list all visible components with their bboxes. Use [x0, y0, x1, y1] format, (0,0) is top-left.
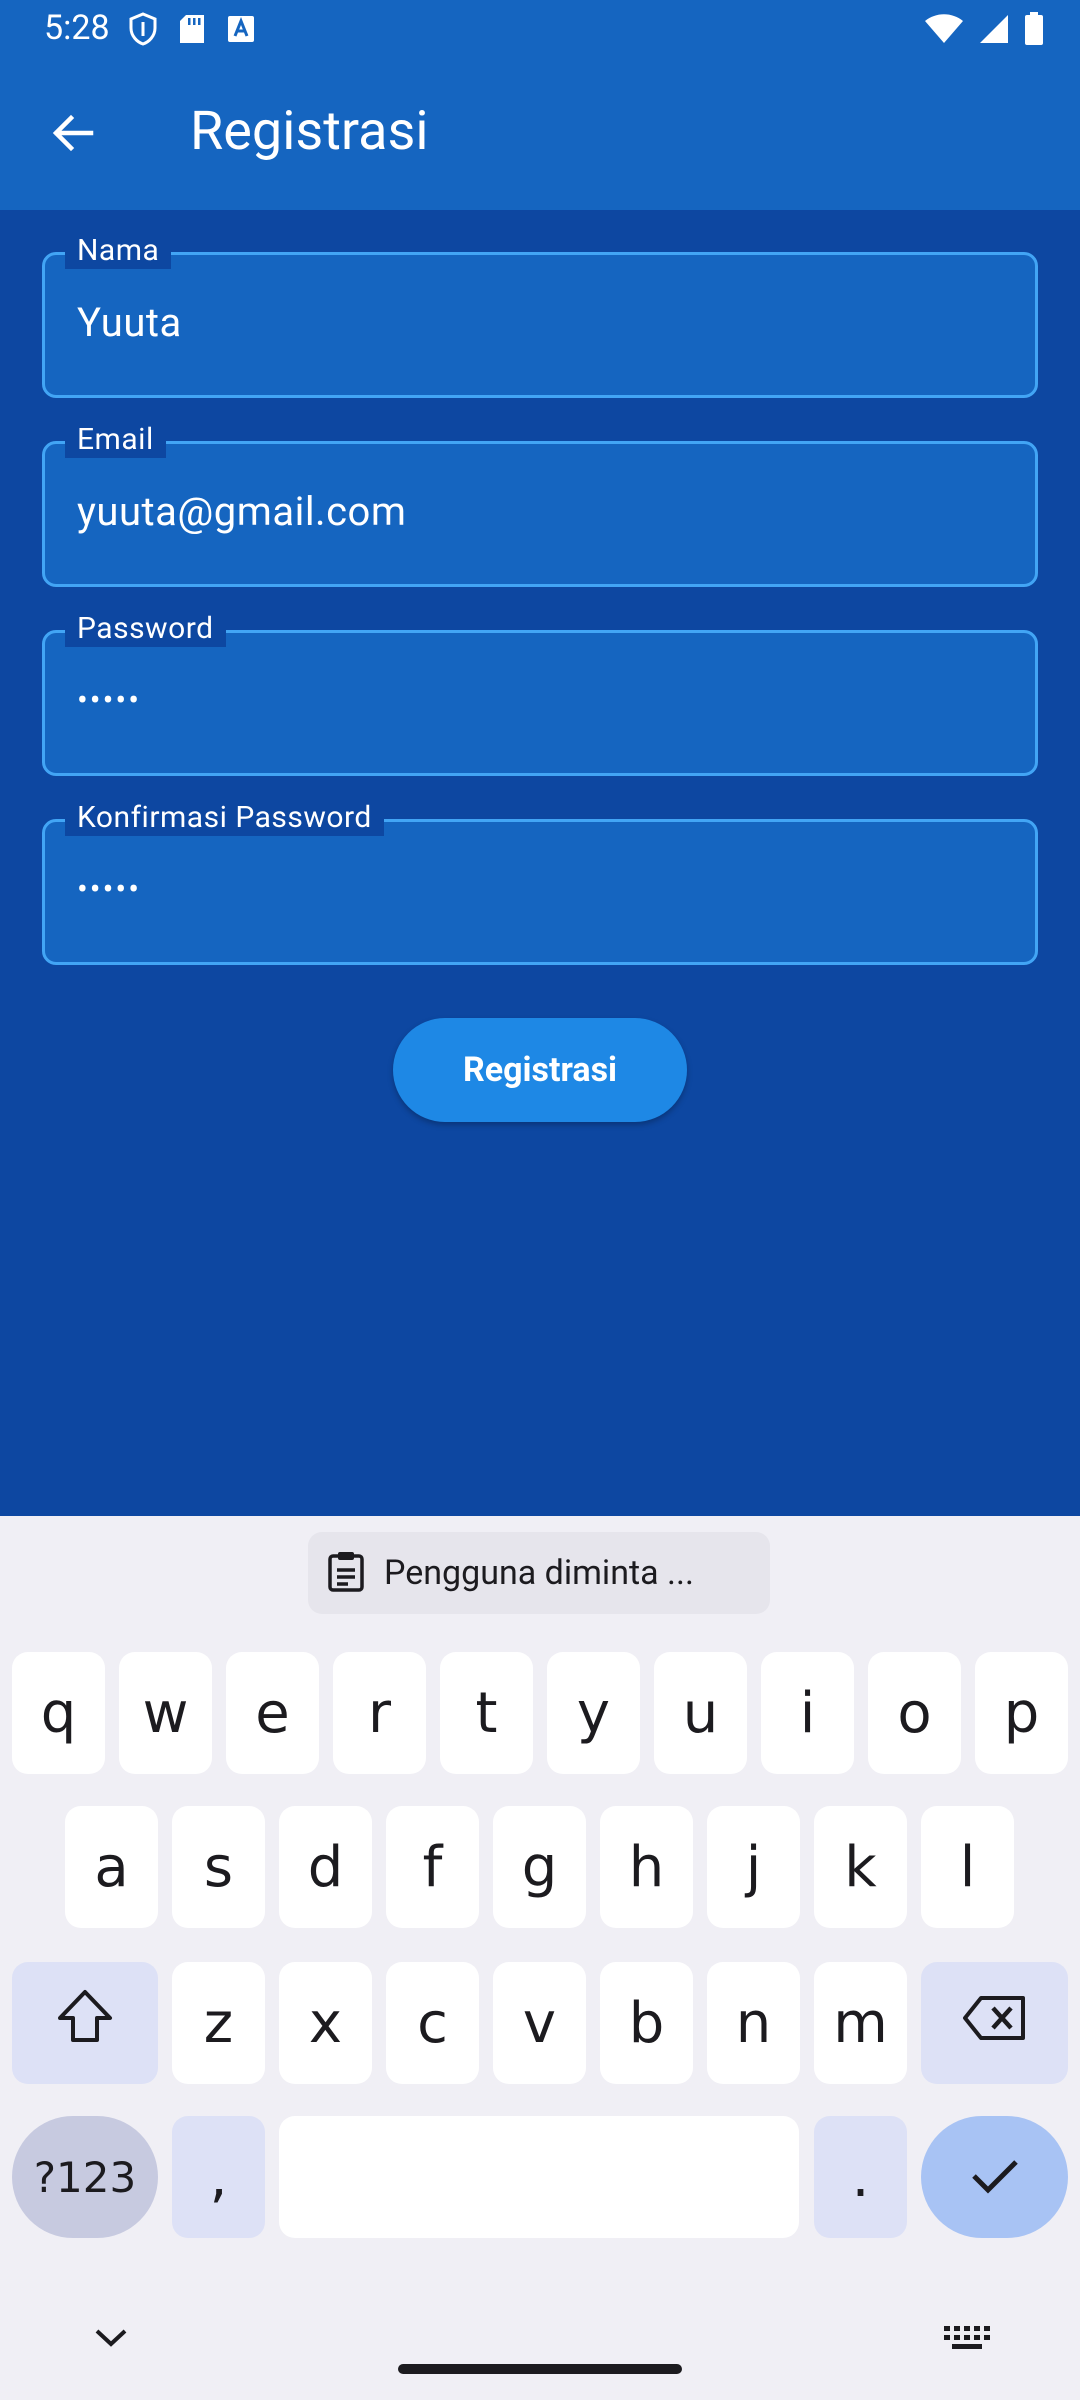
- key-g[interactable]: g: [493, 1806, 586, 1928]
- key-b[interactable]: b: [600, 1962, 693, 2084]
- shield-icon: [128, 12, 158, 50]
- register-button[interactable]: Registrasi: [393, 1018, 687, 1122]
- password-value: •••••: [77, 681, 141, 719]
- keyboard-notification-icon: [226, 14, 256, 48]
- sd-card-icon: [178, 13, 206, 49]
- key-z[interactable]: z: [172, 1962, 265, 2084]
- status-bar: 5:28: [0, 0, 1080, 62]
- email-value: yuuta@gmail.com: [77, 488, 407, 535]
- wifi-icon: [924, 13, 964, 49]
- app-bar: Registrasi: [0, 62, 1080, 210]
- clipboard-icon: [326, 1550, 366, 1596]
- name-label: Nama: [65, 233, 172, 269]
- key-h[interactable]: h: [600, 1806, 693, 1928]
- key-a[interactable]: a: [65, 1806, 158, 1928]
- key-s[interactable]: s: [172, 1806, 265, 1928]
- password-label: Password: [65, 611, 226, 647]
- key-r[interactable]: r: [333, 1652, 426, 1774]
- key-o[interactable]: o: [868, 1652, 961, 1774]
- shift-icon: [55, 1988, 115, 2058]
- arrow-back-icon: [49, 109, 97, 161]
- suggestion-text: Pengguna diminta ...: [384, 1553, 694, 1593]
- signal-icon: [978, 13, 1010, 49]
- space-key[interactable]: [279, 2116, 799, 2238]
- key-i[interactable]: i: [761, 1652, 854, 1774]
- page-title: Registrasi: [190, 100, 429, 163]
- done-key[interactable]: [921, 2116, 1068, 2238]
- password-field[interactable]: Password •••••: [42, 611, 1038, 776]
- backspace-key[interactable]: [921, 1962, 1068, 2084]
- period-key[interactable]: .: [814, 2116, 907, 2238]
- confirm-password-label: Konfirmasi Password: [65, 800, 384, 836]
- comma-key[interactable]: ,: [172, 2116, 265, 2238]
- confirm-password-value: •••••: [77, 870, 141, 908]
- name-value: Yuuta: [77, 299, 182, 346]
- key-c[interactable]: c: [386, 1962, 479, 2084]
- key-m[interactable]: m: [814, 1962, 907, 2084]
- key-y[interactable]: y: [547, 1652, 640, 1774]
- soft-keyboard: Pengguna diminta ... q w e r t y u i o p…: [0, 1516, 1080, 2400]
- back-button[interactable]: [40, 102, 106, 168]
- key-w[interactable]: w: [119, 1652, 212, 1774]
- key-n[interactable]: n: [707, 1962, 800, 2084]
- key-f[interactable]: f: [386, 1806, 479, 1928]
- key-k[interactable]: k: [814, 1806, 907, 1928]
- confirm-password-field[interactable]: Konfirmasi Password •••••: [42, 800, 1038, 965]
- symbols-key[interactable]: ?123: [12, 2116, 158, 2238]
- key-x[interactable]: x: [279, 1962, 372, 2084]
- email-label: Email: [65, 422, 166, 458]
- key-q[interactable]: q: [12, 1652, 105, 1774]
- key-u[interactable]: u: [654, 1652, 747, 1774]
- key-p[interactable]: p: [975, 1652, 1068, 1774]
- home-gesture-handle[interactable]: [398, 2364, 682, 2374]
- backspace-icon: [961, 1991, 1029, 2056]
- shift-key[interactable]: [12, 1962, 158, 2084]
- key-l[interactable]: l: [921, 1806, 1014, 1928]
- email-field[interactable]: Email yuuta@gmail.com: [42, 422, 1038, 587]
- key-d[interactable]: d: [279, 1806, 372, 1928]
- status-time: 5:28: [44, 8, 110, 48]
- clipboard-suggestion-chip[interactable]: Pengguna diminta ...: [308, 1532, 770, 1614]
- key-t[interactable]: t: [440, 1652, 533, 1774]
- name-field[interactable]: Nama Yuuta: [42, 233, 1038, 398]
- key-e[interactable]: e: [226, 1652, 319, 1774]
- key-j[interactable]: j: [707, 1806, 800, 1928]
- battery-icon: [1024, 12, 1044, 50]
- key-v[interactable]: v: [493, 1962, 586, 2084]
- check-icon: [970, 2145, 1020, 2210]
- gesture-nav-bar: [0, 2300, 1080, 2400]
